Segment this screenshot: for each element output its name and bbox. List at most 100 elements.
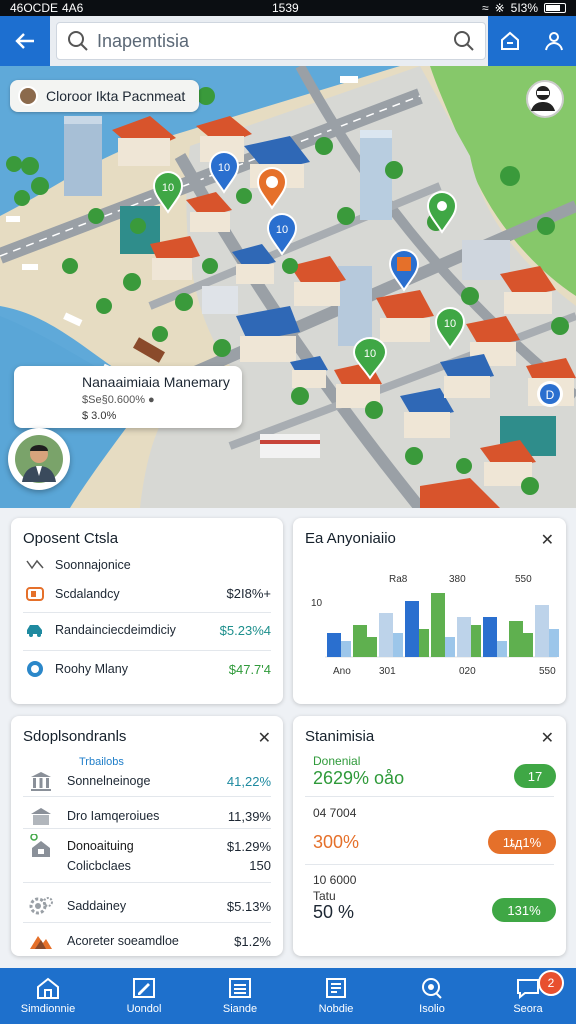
x-tick-label: 301 xyxy=(379,666,396,677)
map-pin-icon[interactable]: 10 xyxy=(432,306,468,350)
pin-label: 10 xyxy=(276,224,288,236)
map-pin-icon[interactable] xyxy=(424,190,460,234)
building-icon xyxy=(31,808,51,825)
row-label: Saddainey xyxy=(67,899,127,913)
profile-subtitle: $Se§0.600% ● xyxy=(82,394,155,406)
search-submit-icon[interactable] xyxy=(453,30,475,52)
list-item[interactable]: Roohy Mlany $47.7'4 xyxy=(23,660,271,678)
chart-bar xyxy=(353,625,367,657)
nav-item-list[interactable]: Siande xyxy=(192,968,288,1024)
map-pin-icon[interactable]: 10 xyxy=(350,336,390,380)
chart-bar xyxy=(523,633,533,657)
nav-label: Simdionnie xyxy=(20,1003,76,1015)
location-label: Cloroor Ikta Pacnmeat xyxy=(46,88,186,104)
close-icon[interactable]: ✕ xyxy=(258,728,271,748)
pin-label: 10 xyxy=(364,348,376,360)
user-avatar-icon xyxy=(531,86,555,111)
status-badge: 17 xyxy=(514,764,556,788)
home-icon xyxy=(37,977,59,999)
mountain-icon xyxy=(30,936,52,949)
search-input[interactable]: Inapemtisia xyxy=(56,22,486,60)
x-tick-label: 020 xyxy=(459,666,476,677)
chart-bar xyxy=(445,637,455,657)
list-item[interactable]: Randainciecdeimdiciy $5.23%4 xyxy=(23,622,271,638)
map-pin-icon[interactable]: 10 xyxy=(206,150,242,194)
network-text: 4A6 xyxy=(62,1,84,15)
house-icon xyxy=(30,834,50,857)
avatar[interactable] xyxy=(8,428,70,490)
chart-bar xyxy=(367,637,377,657)
row-value: $2I8%+ xyxy=(226,586,271,601)
back-button[interactable] xyxy=(0,16,50,66)
nav-label: Isolio xyxy=(419,1003,445,1015)
panel-title: Ea Anyoniaiio xyxy=(305,530,396,547)
list-item[interactable]: Soonnajonice xyxy=(23,558,271,572)
map-pin-icon[interactable]: D xyxy=(534,378,566,418)
chart-bar xyxy=(431,593,445,657)
location-pill[interactable]: Cloroor Ikta Pacnmeat xyxy=(10,80,200,112)
row-value: $5.23%4 xyxy=(219,622,271,638)
battery-percent: 5I3% xyxy=(510,1,538,15)
map-pin-icon[interactable] xyxy=(386,248,422,292)
arrow-left-icon xyxy=(15,33,34,49)
city-map[interactable]: 10 10 10 10 10 D Cloroor Ikta Pacnmeat xyxy=(0,66,576,508)
bluetooth-icon: ※ xyxy=(494,1,505,15)
list-item[interactable]: Saddainey $5.13% xyxy=(23,894,271,918)
chart-bar xyxy=(497,641,507,657)
chart-bar xyxy=(535,605,549,657)
close-icon[interactable]: ✕ xyxy=(541,530,554,550)
overview-panel: Oposent Ctsla Soonnajonice Scdalandcy $2… xyxy=(11,518,283,704)
nav-label: Nobdie xyxy=(318,1003,354,1015)
row-label: Sonnelneinoge xyxy=(67,774,151,788)
notification-badge: 2 xyxy=(538,970,564,996)
list-item[interactable]: Dro Iamqeroiues 11,39% xyxy=(23,806,271,826)
clock: 1539 xyxy=(272,1,299,15)
search-icon xyxy=(422,978,442,999)
list-item[interactable]: Colicbclaes 150 xyxy=(23,858,271,873)
map-pin-icon[interactable] xyxy=(254,166,290,210)
list-item[interactable]: Acoreter soeamdloe $1.2% xyxy=(23,932,271,950)
nav-item-edit[interactable]: Uondol xyxy=(96,968,192,1024)
stat-label: Donenial xyxy=(313,754,361,768)
close-icon[interactable]: ✕ xyxy=(541,728,554,748)
map-pin-icon[interactable]: 10 xyxy=(264,212,300,256)
chart-bar xyxy=(549,629,559,657)
list-item[interactable]: Sonnelneinoge 41,22% xyxy=(23,770,271,792)
bar-chart: 10 Ano 301 020 550 Ra8 380 550 xyxy=(311,574,559,677)
row-label: Roohy Mlany xyxy=(55,662,128,676)
nav-item-document[interactable]: Nobdie xyxy=(288,968,384,1024)
stat-value: 300% xyxy=(313,832,360,852)
x-tick-label: Ano xyxy=(333,666,351,677)
row-value: $47.7'4 xyxy=(228,661,271,677)
profile-photo-icon xyxy=(15,435,63,483)
profile-card[interactable]: Nanaaimiaia Manemary $Se§0.600% ● $ 3.0% xyxy=(14,366,242,428)
list-item[interactable]: Scdalandcy $2I8%+ xyxy=(23,586,271,601)
row-value: $1.2% xyxy=(234,933,271,949)
nav-item-home[interactable]: Simdionnie xyxy=(0,968,96,1024)
chart-bar xyxy=(341,641,351,657)
data-label: Ra8 xyxy=(389,574,408,585)
row-value: 150 xyxy=(249,858,271,873)
nav-item-chat[interactable]: Seora 2 xyxy=(480,968,576,1024)
home-outline-icon[interactable] xyxy=(499,30,521,52)
chat-icon xyxy=(517,979,539,999)
wifi-icon: ≈ xyxy=(481,1,489,15)
chart-bar xyxy=(405,601,419,657)
chart-bar xyxy=(483,617,497,657)
carrier-text: 46OCDE xyxy=(10,1,59,15)
stat-label: 04 7004 xyxy=(313,806,357,820)
pin-label: 10 xyxy=(162,182,174,194)
list-item[interactable]: Donoaituing $1.29% xyxy=(23,834,271,858)
row-value: 11,39% xyxy=(227,808,271,824)
user-icon[interactable] xyxy=(543,30,565,52)
avatar[interactable] xyxy=(526,80,564,118)
status-badge: 131% xyxy=(492,898,556,922)
map-pin-icon[interactable]: 10 xyxy=(150,170,186,214)
row-label: Donoaituing xyxy=(67,839,134,853)
stores-panel: Sdoplsondranls ✕ Trbailobs Sonnelneinoge… xyxy=(11,716,283,956)
row-label: Scdalandcy xyxy=(55,586,120,601)
nav-item-search[interactable]: Isolio xyxy=(384,968,480,1024)
top-actions xyxy=(488,16,576,66)
search-icon xyxy=(68,31,88,51)
stat-value: 50 % xyxy=(313,902,355,922)
